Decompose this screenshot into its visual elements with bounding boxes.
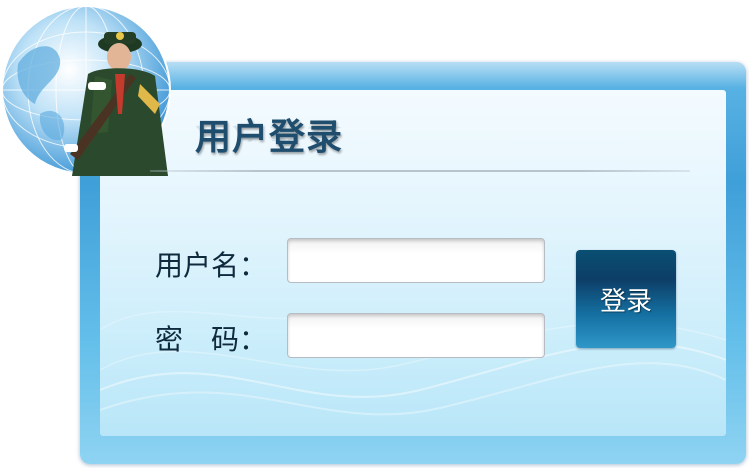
password-label: 密 码： [155, 323, 268, 356]
page-title-reflection: 用户登录 [195, 123, 344, 142]
username-label: 用户名： [155, 249, 268, 282]
login-window: 用户登录 用户登录 用户名： 密 码： 登录 [0, 0, 749, 468]
login-button[interactable]: 登录 [576, 250, 676, 348]
password-input[interactable] [287, 313, 545, 358]
title-divider [150, 170, 690, 172]
globe-with-soldier-icon [1, 5, 171, 176]
username-input[interactable] [287, 238, 545, 283]
